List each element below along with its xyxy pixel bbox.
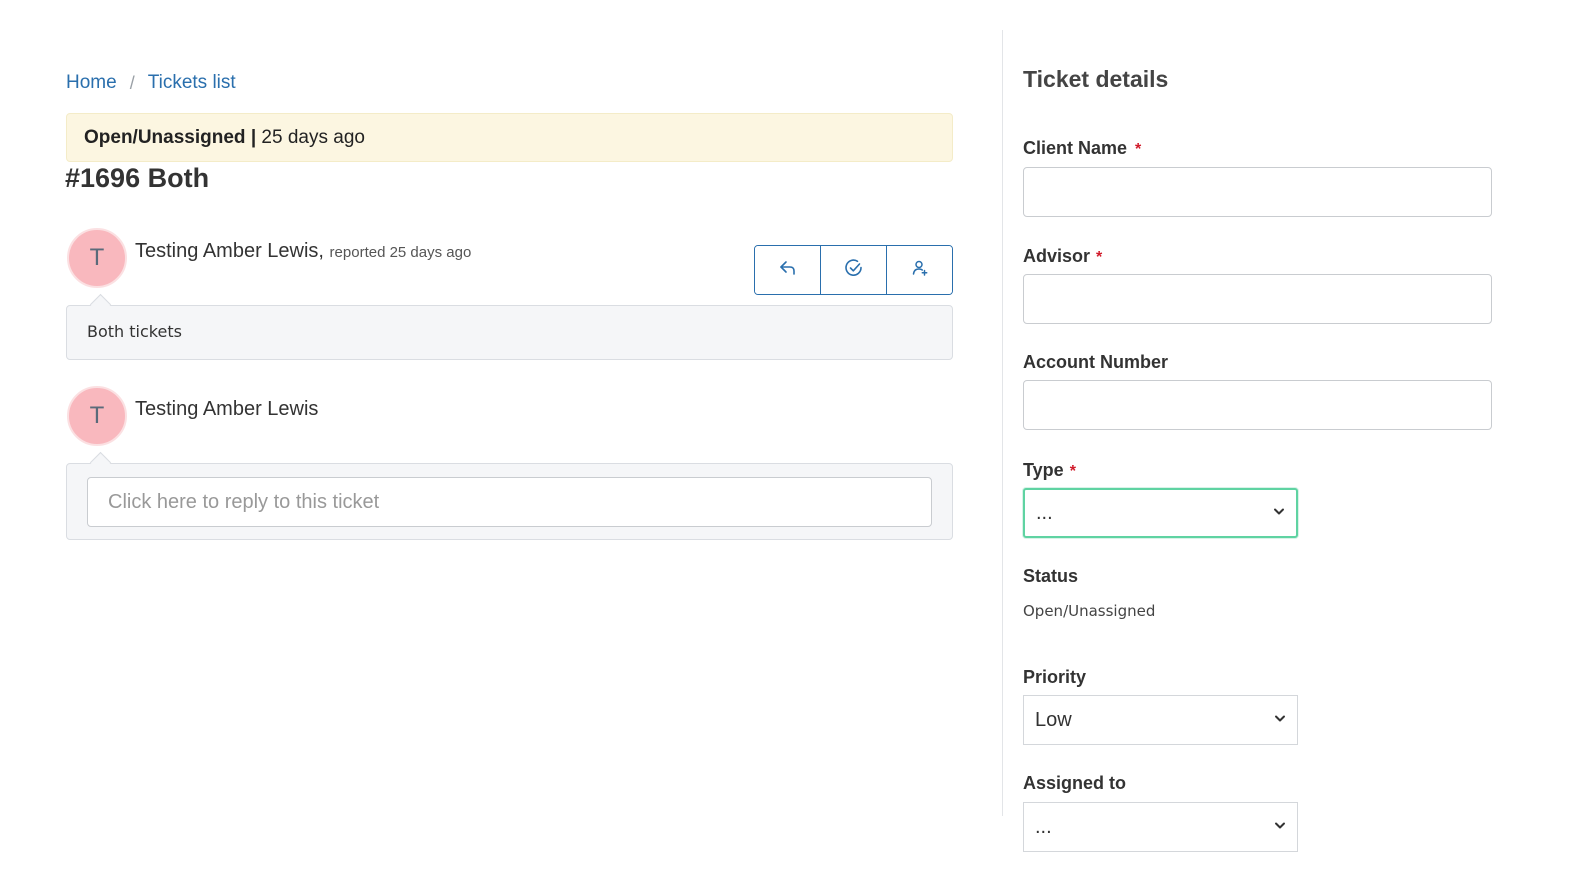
required-mark: * (1135, 141, 1142, 158)
breadcrumb: Home / Tickets list (66, 72, 236, 94)
status-label: Status (1023, 566, 1079, 586)
ticket-title: #1696 Both (65, 163, 210, 193)
reply-input[interactable] (87, 477, 932, 527)
required-mark: * (1069, 463, 1076, 480)
assigned-to-select[interactable]: ... (1023, 802, 1298, 852)
status-separator: | (250, 127, 257, 148)
reply-icon (778, 258, 798, 283)
status-value: Open/Unassigned (1023, 602, 1156, 620)
priority-select-value: Low (1035, 708, 1072, 731)
message-author: Testing Amber Lewis, (135, 240, 324, 262)
type-label-text: Type (1023, 460, 1064, 480)
priority-label: Priority (1023, 667, 1087, 687)
check-circle-icon (844, 258, 864, 283)
message-bubble: Both tickets (66, 305, 953, 360)
column-divider (1002, 30, 1003, 816)
reply-button[interactable] (755, 246, 821, 294)
required-mark: * (1096, 249, 1103, 266)
assign-user-icon (910, 258, 930, 283)
type-select-value: ... (1036, 501, 1053, 524)
type-select[interactable]: ... (1023, 488, 1298, 538)
account-number-label: Account Number (1023, 352, 1169, 372)
chevron-down-icon (1272, 502, 1286, 525)
message-body: Both tickets (87, 322, 182, 341)
avatar: T (67, 228, 127, 288)
ticket-details-title: Ticket details (1023, 66, 1169, 92)
message-meta: reported 25 days ago (329, 244, 472, 261)
reply-bubble (66, 463, 953, 540)
reply-author: Testing Amber Lewis (135, 398, 319, 420)
status-banner: Open/Unassigned | 25 days ago (66, 113, 953, 162)
client-name-label-text: Client Name (1023, 138, 1128, 158)
priority-select[interactable]: Low (1023, 695, 1298, 745)
advisor-label: Advisor * (1023, 246, 1102, 267)
assigned-to-select-value: ... (1035, 815, 1052, 838)
ticket-action-group (754, 245, 953, 295)
breadcrumb-separator: / (129, 72, 135, 93)
resolve-button[interactable] (821, 246, 887, 294)
client-name-label: Client Name * (1023, 138, 1141, 159)
reply-avatar: T (67, 386, 127, 446)
message-author-line: Testing Amber Lewis, reported 25 days ag… (135, 240, 471, 263)
account-number-field[interactable] (1023, 380, 1492, 430)
advisor-field[interactable] (1023, 274, 1492, 324)
breadcrumb-home-link[interactable]: Home (66, 72, 117, 94)
breadcrumb-tickets-list-link[interactable]: Tickets list (148, 72, 236, 94)
chevron-down-icon (1273, 816, 1287, 839)
chevron-down-icon (1273, 709, 1287, 732)
ticket-status-label: Open/Unassigned (84, 127, 246, 148)
client-name-field[interactable] (1023, 167, 1492, 217)
advisor-label-text: Advisor (1023, 246, 1091, 266)
type-label: Type * (1023, 460, 1076, 481)
ticket-age: 25 days ago (261, 127, 365, 148)
assign-button[interactable] (887, 246, 952, 294)
assigned-to-label: Assigned to (1023, 773, 1127, 793)
